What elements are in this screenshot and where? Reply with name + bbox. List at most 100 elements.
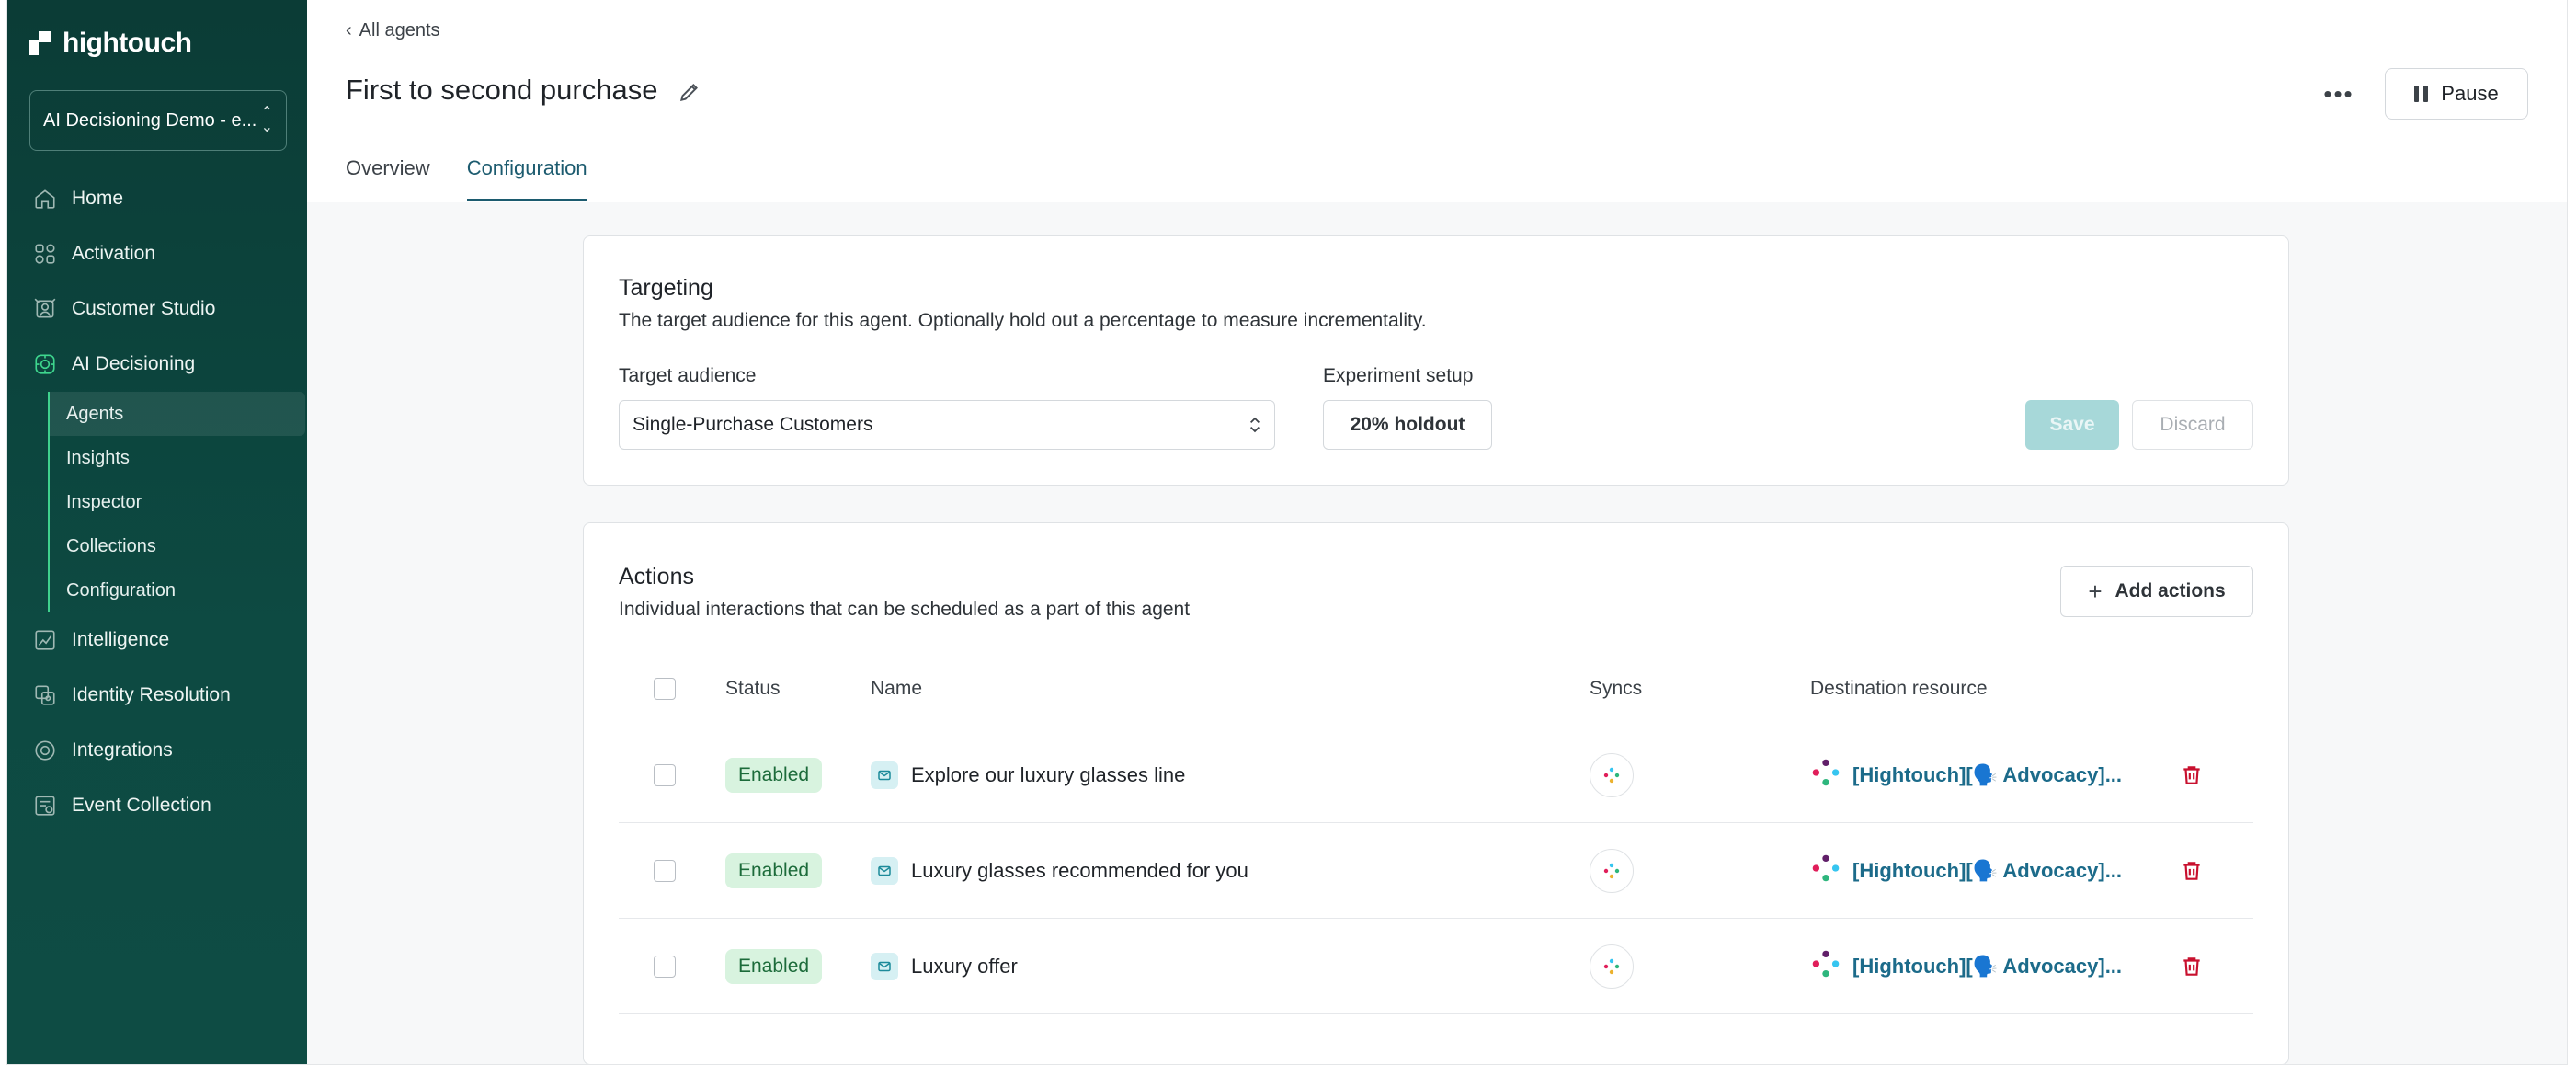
chevron-left-icon: ‹ [346,20,352,40]
pause-button[interactable]: Pause [2385,68,2528,120]
event-collection-icon [33,794,57,818]
target-audience-select[interactable]: Single-Purchase Customers [619,400,1275,450]
plus-icon: + [2088,578,2103,605]
name-cell: Luxury offer [871,919,1018,1013]
trash-icon[interactable] [2180,955,2204,979]
sidebar-item-label: Event Collection [72,795,211,816]
experiment-setup-label: Experiment setup [1323,365,1474,386]
ai-decisioning-icon [33,352,57,376]
tab-overview[interactable]: Overview [346,156,430,200]
pencil-icon[interactable] [678,78,701,102]
delete-cell [2180,823,2204,918]
destination-link[interactable]: [Hightouch][🗣️ Advocacy]... [1852,763,2122,787]
email-icon [871,952,898,980]
chevron-up-down-icon: ⌃ ⌄ [260,105,273,135]
trash-icon[interactable] [2180,859,2204,883]
destination-cell: [Hightouch][🗣️ Advocacy]... [1810,727,2122,822]
sidebar-item-label: AI Decisioning [72,353,196,374]
sidebar-item-identity-resolution[interactable]: Identity Resolution [29,668,305,723]
slack-icon[interactable] [1590,752,1634,797]
actions-card: Actions Individual interactions that can… [583,522,2289,1064]
targeting-card: Targeting The target audience for this a… [583,235,2289,486]
workspace-switcher[interactable]: AI Decisioning Demo - e... ⌃ ⌄ [29,90,287,151]
brand-logo[interactable]: hightouch [29,28,192,59]
status-cell: Enabled [725,823,823,918]
tab-bar: Overview Configuration [346,156,587,201]
pause-button-label: Pause [2441,82,2499,105]
email-icon [871,761,898,789]
holdout-button[interactable]: 20% holdout [1323,400,1492,450]
select-all-checkbox[interactable] [654,677,676,700]
column-syncs[interactable]: Syncs [1590,650,1642,727]
slack-icon [1810,757,1841,793]
home-icon [33,187,57,211]
destination-link[interactable]: [Hightouch][🗣️ Advocacy]... [1852,859,2122,883]
content-area: Targeting The target audience for this a… [307,202,2567,1064]
sidebar-item-event-collection[interactable]: Event Collection [29,778,305,833]
table-header: Status Name Syncs Destination resource [619,650,2253,727]
integrations-icon [33,738,57,762]
actions-description: Individual interactions that can be sche… [619,599,1191,620]
sidebar-subitem-inspector[interactable]: Inspector [50,480,305,524]
action-name[interactable]: Luxury glasses recommended for you [911,859,1248,883]
more-options-icon[interactable]: ••• [2319,75,2359,112]
delete-cell [2180,919,2204,1013]
sidebar-item-integrations[interactable]: Integrations [29,723,305,778]
target-audience-label: Target audience [619,365,757,386]
sidebar-item-label: Identity Resolution [72,684,231,705]
slack-icon[interactable] [1590,848,1634,893]
main-area: ‹ All agents First to second purchase Ov… [307,0,2567,1064]
discard-button[interactable]: Discard [2132,400,2253,450]
row-checkbox[interactable] [654,859,676,882]
sidebar-item-activation[interactable]: Activation [29,226,305,281]
column-name[interactable]: Name [871,650,922,727]
destination-cell: [Hightouch][🗣️ Advocacy]... [1810,919,2122,1013]
sidebar-subitem-configuration[interactable]: Configuration [50,568,305,612]
action-name[interactable]: Explore our luxury glasses line [911,763,1185,787]
sidebar-item-ai-decisioning[interactable]: AI Decisioning [29,337,305,392]
sidebar-item-intelligence[interactable]: Intelligence [29,612,305,668]
table-row[interactable]: Enabled Luxury glasses recommended for y… [619,823,2253,919]
row-checkbox[interactable] [654,955,676,978]
row-checkbox-cell [654,727,676,822]
sidebar-item-label: Home [72,188,124,209]
syncs-cell [1590,727,1634,822]
workspace-name: AI Decisioning Demo - e... [43,109,257,131]
sidebar-item-customer-studio[interactable]: Customer Studio [29,281,305,337]
sidebar-item-label: Intelligence [72,629,170,650]
actions-table: Status Name Syncs Destination resource E… [619,650,2253,1014]
activation-icon [33,242,57,266]
destination-link[interactable]: [Hightouch][🗣️ Advocacy]... [1852,955,2122,979]
name-cell: Explore our luxury glasses line [871,727,1185,822]
tab-configuration[interactable]: Configuration [466,156,587,201]
back-link[interactable]: ‹ All agents [346,20,440,41]
sidebar-item-label: Customer Studio [72,298,216,319]
sidebar-subitem-agents[interactable]: Agents [50,392,305,436]
page-header: ‹ All agents First to second purchase Ov… [307,0,2567,201]
pause-icon [2414,86,2429,102]
name-cell: Luxury glasses recommended for you [871,823,1248,918]
column-destination-resource[interactable]: Destination resource [1810,650,1988,727]
syncs-cell [1590,823,1634,918]
trash-icon[interactable] [2180,763,2204,787]
table-row[interactable]: Enabled Luxury offer [Hightouch][🗣️ Advo… [619,919,2253,1014]
slack-icon[interactable] [1590,944,1634,989]
chevron-up-down-icon [1248,415,1261,435]
page-title-text: First to second purchase [346,74,658,106]
row-checkbox[interactable] [654,763,676,786]
delete-cell [2180,727,2204,822]
table-row[interactable]: Enabled Explore our luxury glasses line [619,727,2253,823]
action-name[interactable]: Luxury offer [911,955,1018,979]
sidebar: hightouch AI Decisioning Demo - e... ⌃ ⌄ … [7,0,307,1064]
column-status[interactable]: Status [725,650,781,727]
sidebar-subitem-collections[interactable]: Collections [50,524,305,568]
targeting-description: The target audience for this agent. Opti… [619,310,1427,331]
syncs-cell [1590,919,1634,1013]
sidebar-subitem-insights[interactable]: Insights [50,436,305,480]
add-actions-button[interactable]: + Add actions [2060,566,2253,617]
sidebar-item-label: Activation [72,243,156,264]
slack-icon [1810,948,1841,984]
save-button[interactable]: Save [2025,400,2119,450]
sidebar-item-home[interactable]: Home [29,171,305,226]
page-title: First to second purchase [346,74,701,107]
